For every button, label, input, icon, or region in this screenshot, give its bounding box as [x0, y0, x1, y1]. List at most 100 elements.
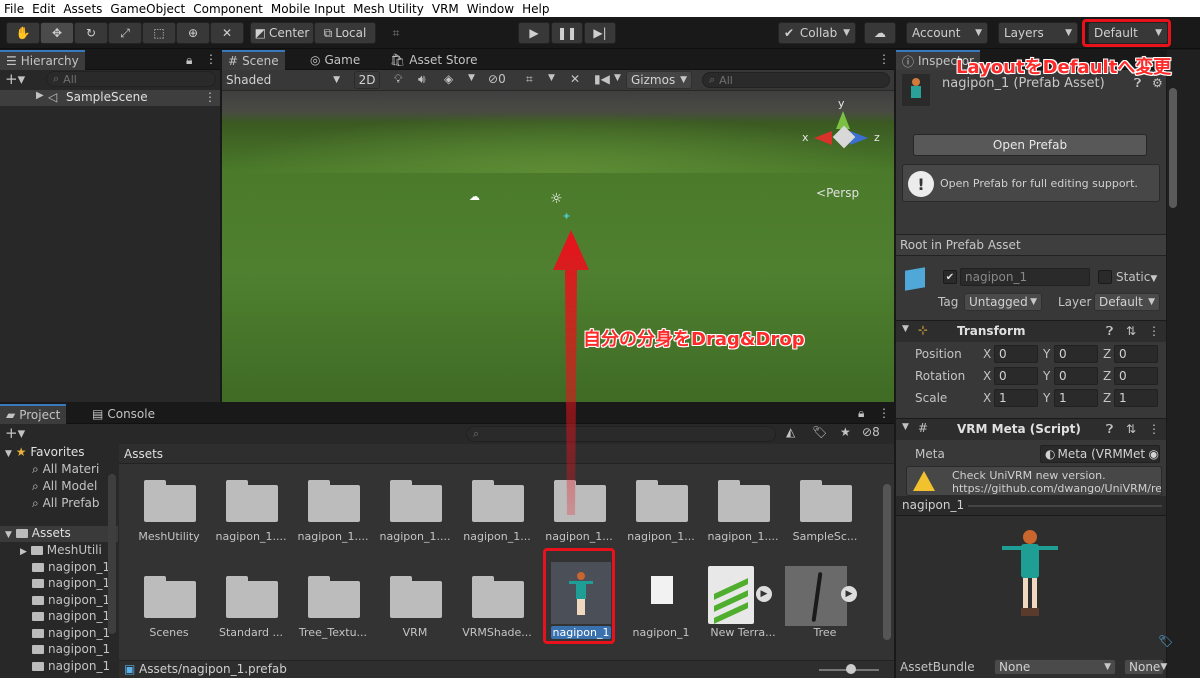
asset-tree-item[interactable]: nagipon_1	[32, 659, 110, 673]
avatar-gizmo[interactable]: ✦	[562, 210, 571, 223]
transform-rotation-field[interactable]: 0	[1054, 367, 1098, 385]
transform-position-field[interactable]: 0	[1054, 345, 1098, 363]
grid-scrollbar[interactable]	[883, 484, 891, 640]
layers-dropdown[interactable]: Layers ▼	[998, 22, 1078, 44]
favorite-item[interactable]: ⌕ All Model	[32, 479, 97, 494]
label-icon[interactable]: 🏷︎	[812, 425, 827, 439]
hidden-objects-icon[interactable]: ⊘0	[488, 72, 506, 86]
transform-scale-field[interactable]: 1	[1054, 389, 1098, 407]
open-prefab-button[interactable]: Open Prefab	[913, 134, 1147, 156]
orientation-gizmo[interactable]: y x z	[802, 97, 882, 161]
step-button[interactable]: ▶|	[584, 22, 616, 44]
move-tool-button[interactable]: ✥	[40, 22, 74, 44]
transform-position-field[interactable]: 0	[1114, 345, 1158, 363]
more-icon[interactable]: ⋮	[205, 52, 217, 66]
asset-tree-item[interactable]: nagipon_1	[32, 642, 110, 656]
pause-button[interactable]: ❚❚	[551, 22, 583, 44]
transform-scale-field[interactable]: 1	[994, 389, 1038, 407]
transform-rotation-field[interactable]: 0	[1114, 367, 1158, 385]
audio-icon[interactable]: 🔊︎	[418, 72, 426, 87]
preset-icon[interactable]: ⇅	[1126, 422, 1136, 436]
tab-console[interactable]: ▤ Console	[86, 404, 161, 424]
menu-assets[interactable]: Assets	[59, 2, 106, 16]
more-icon[interactable]: ⋮	[878, 406, 890, 420]
tag-dropdown[interactable]: Untagged ▼	[964, 293, 1042, 311]
mode-2d-button[interactable]: 2D	[354, 71, 380, 89]
rotate-tool-button[interactable]: ↻	[74, 22, 108, 44]
assetbundle-variant-dropdown[interactable]: None ▼	[1124, 659, 1167, 675]
asset-item[interactable]: nagipon_1...	[457, 464, 537, 660]
rect-tool-button[interactable]: ⬚	[142, 22, 176, 44]
target-icon[interactable]: ◉	[1149, 447, 1159, 461]
filter-type-icon[interactable]: ◭	[786, 425, 795, 439]
menu-mesh-utility[interactable]: Mesh Utility	[349, 2, 428, 16]
custom-tool-button[interactable]: ✕	[210, 22, 244, 44]
help-icon[interactable]: ❓︎	[1106, 422, 1113, 437]
shading-dropdown[interactable]: Shaded ▼	[222, 71, 344, 89]
tab-asset-store[interactable]: 🛍︎ Asset Store	[384, 50, 484, 70]
hidden-packages-icon[interactable]: ⊘8	[862, 425, 880, 439]
asset-tree-item[interactable]: ▶ MeshUtili	[20, 543, 102, 557]
tab-scene[interactable]: # Scene	[222, 50, 285, 70]
favorite-item[interactable]: ⌕ All Materi	[32, 462, 99, 477]
layer-dropdown[interactable]: Default ▼	[1094, 293, 1160, 311]
asset-tree-item[interactable]: nagipon_1	[32, 593, 110, 607]
preset-icon[interactable]: ⇅	[1126, 324, 1136, 338]
menu-vrm[interactable]: VRM	[428, 2, 463, 16]
transform-header[interactable]: ▼ ⊹ Transform ❓︎ ⇅ ⋮	[896, 320, 1166, 342]
tab-project[interactable]: ▰ Project	[0, 404, 67, 424]
preview-divider[interactable]	[968, 505, 1162, 507]
menu-edit[interactable]: Edit	[28, 2, 59, 16]
gizmos-dropdown[interactable]: Gizmos ▼	[626, 71, 692, 89]
collab-dropdown[interactable]: ✔ Collab ▼	[778, 22, 856, 44]
help-icon[interactable]: ❓︎	[1106, 324, 1113, 339]
cloud-button[interactable]: ☁	[864, 22, 896, 44]
active-checkbox[interactable]: ✔	[943, 270, 957, 284]
menu-gameobject[interactable]: GameObject	[106, 2, 189, 16]
chevron-down-icon[interactable]: ▼	[548, 73, 555, 83]
play-button[interactable]: ▶	[518, 22, 550, 44]
tools-icon[interactable]: ✕	[570, 72, 580, 86]
transform-tool-button[interactable]: ⊕	[176, 22, 210, 44]
lock-icon[interactable]: 🔒︎	[858, 406, 864, 421]
scene-row[interactable]: ▶ ◁ SampleScene ⋮	[0, 90, 220, 106]
expand-arrow-icon[interactable]: ▶	[36, 90, 44, 101]
more-icon[interactable]: ⋮	[204, 90, 216, 104]
tree-scrollbar[interactable]	[108, 474, 116, 634]
more-icon[interactable]: ⋮	[878, 52, 890, 66]
pivot-center-button[interactable]: ◩ Center	[250, 22, 314, 44]
account-dropdown[interactable]: Account ▼	[906, 22, 988, 44]
menu-file[interactable]: File	[0, 2, 28, 16]
inspector-scrollbar[interactable]	[1169, 88, 1177, 208]
assetbundle-dropdown[interactable]: None ▼	[994, 659, 1116, 675]
lock-icon[interactable]: 🔒︎	[186, 53, 192, 68]
favorites-row[interactable]: ▼ ★ Favorites	[5, 445, 85, 459]
menu-help[interactable]: Help	[518, 2, 553, 16]
hierarchy-search-input[interactable]: ⌕ All	[46, 71, 216, 87]
grid-toggle-icon[interactable]: ⌗	[526, 72, 533, 87]
asset-item[interactable]: nagipon_1...	[621, 464, 701, 660]
static-checkbox[interactable]	[1098, 270, 1112, 284]
more-icon[interactable]: ⋮	[1148, 324, 1160, 338]
asset-tree-item[interactable]: nagipon_1	[32, 560, 110, 574]
add-icon[interactable]: +▾	[5, 424, 25, 442]
asset-item[interactable]: nagipon_1....	[211, 464, 291, 660]
grid-snap-button[interactable]: ⌗	[382, 22, 410, 44]
tab-hierarchy[interactable]: ☰ Hierarchy	[0, 50, 85, 70]
menu-mobile-input[interactable]: Mobile Input	[267, 2, 349, 16]
chevron-down-icon[interactable]: ▼	[468, 73, 475, 83]
asset-item[interactable]: nagipon_1....	[703, 464, 783, 660]
pivot-local-button[interactable]: ⧉ Local	[314, 22, 376, 44]
transform-rotation-field[interactable]: 0	[994, 367, 1038, 385]
tag-icon[interactable]: 🏷︎	[1158, 634, 1173, 648]
menu-component[interactable]: Component	[189, 2, 267, 16]
meta-object-field[interactable]: ◐ Meta (VRMMet ◉	[1040, 445, 1160, 463]
transform-position-field[interactable]: 0	[994, 345, 1038, 363]
asset-tree-item[interactable]: nagipon_1	[32, 609, 110, 623]
hand-tool-button[interactable]: ✋	[6, 22, 40, 44]
add-icon[interactable]: +▾	[5, 70, 25, 88]
asset-item[interactable]: nagipon_1....	[375, 464, 455, 660]
asset-item[interactable]: SampleSc...	[785, 464, 865, 660]
vrm-meta-header[interactable]: ▼ # VRM Meta (Script) ❓︎ ⇅ ⋮	[896, 418, 1166, 440]
camera-icon[interactable]: ▮◀	[594, 72, 610, 86]
